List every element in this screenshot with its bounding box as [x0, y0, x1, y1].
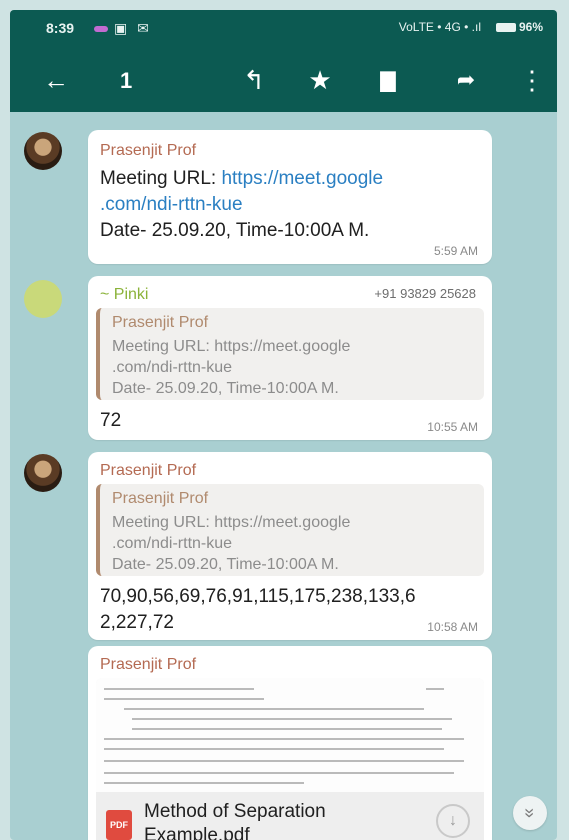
- quoted-text: Meeting URL: https://meet.google .com/nd…: [112, 336, 476, 399]
- document-name-line: Example.pdf: [144, 825, 250, 840]
- battery-level: 96%: [518, 20, 543, 34]
- sender-name: ~ Pinki: [100, 286, 149, 303]
- message-bubble[interactable]: Prasenjit Prof Meeting URL: https://meet…: [88, 130, 492, 264]
- document-message-bubble[interactable]: Prasenjit Prof PDF Method of Separation: [88, 646, 492, 840]
- status-bar: 8:39 ▣ ✉ Vo​LTE • 4G • .ıl 96%: [10, 10, 557, 48]
- avatar[interactable]: [24, 132, 62, 170]
- document-attachment[interactable]: PDF Method of Separation Example.pdf ↓: [96, 678, 484, 840]
- preview-line: [104, 738, 464, 740]
- delete-icon[interactable]: ▇: [370, 62, 406, 98]
- message-date: Date- 25.09.20, Time-10:00A M.: [100, 220, 370, 241]
- battery-icon: [495, 23, 516, 33]
- pdf-icon: PDF: [106, 810, 132, 840]
- preview-line: [104, 782, 304, 784]
- quoted-message[interactable]: Prasenjit Prof Meeting URL: https://meet…: [96, 308, 484, 400]
- more-options-icon[interactable]: ⋮: [514, 62, 550, 98]
- preview-line: [124, 708, 424, 710]
- message-text: 70,90,56,69,76,91,115,175,238,133,6 2,22…: [100, 584, 480, 636]
- message-bubble[interactable]: Prasenjit Prof Prasenjit Prof Meeting UR…: [88, 452, 492, 640]
- notification-icons: ▣ ✉: [94, 20, 152, 37]
- chat-screen: 8:39 ▣ ✉ Vo​LTE • 4G • .ıl 96% ← 1 ↰ ★ ▇…: [10, 10, 557, 840]
- quoted-line: .com/ndi-rttn-kue: [112, 535, 233, 552]
- download-icon[interactable]: ↓: [436, 804, 470, 838]
- document-name: Method of Separation Example.pdf: [144, 800, 326, 840]
- preview-line: [104, 698, 264, 700]
- scroll-down-glyph: »: [519, 807, 540, 819]
- sender-name: Prasenjit Prof: [100, 142, 197, 159]
- document-preview[interactable]: [96, 678, 484, 792]
- sender-name: Prasenjit Prof: [100, 656, 197, 673]
- preview-line: [104, 748, 444, 750]
- quoted-text: Meeting URL: https://meet.google .com/nd…: [112, 512, 476, 575]
- avatar-default-icon[interactable]: [24, 280, 62, 318]
- quoted-line: .com/ndi-rttn-kue: [112, 359, 233, 376]
- message-text: 72: [100, 410, 122, 431]
- preview-line: [426, 688, 444, 690]
- selected-count: 1: [120, 68, 133, 93]
- preview-line: [132, 718, 452, 720]
- message-label: Meeting URL:: [100, 168, 222, 189]
- message-line: 2,227,72: [100, 612, 174, 633]
- preview-line: [104, 772, 454, 774]
- reply-icon[interactable]: ↰: [236, 62, 272, 98]
- preview-line: [104, 760, 464, 762]
- quoted-line: Meeting URL: https://meet.google: [112, 338, 351, 355]
- notification-icons-text: ▣ ✉: [114, 20, 152, 36]
- meeting-link[interactable]: https://meet.google: [221, 168, 383, 189]
- message-time: 10:58 AM: [427, 620, 478, 634]
- scroll-down-icon[interactable]: »: [513, 796, 547, 830]
- message-time: 10:55 AM: [427, 420, 478, 434]
- quoted-line: Date- 25.09.20, Time-10:00A M.: [112, 380, 339, 397]
- message-time: 5:59 AM: [433, 244, 478, 258]
- message-text: Meeting URL: https://meet.google .com/nd…: [100, 166, 480, 244]
- quoted-line: Meeting URL: https://meet.google: [112, 514, 351, 531]
- quoted-line: Date- 25.09.20, Time-10:00A M.: [112, 556, 339, 573]
- avatar[interactable]: [24, 454, 62, 492]
- back-arrow-icon[interactable]: ←: [38, 62, 74, 98]
- preview-line: [104, 688, 254, 690]
- status-time: 8:39: [46, 20, 75, 36]
- preview-line: [132, 728, 442, 730]
- sender-phone: +91 93829 25628: [374, 286, 476, 301]
- quoted-sender: Prasenjit Prof: [112, 314, 209, 331]
- meeting-link-cont[interactable]: .com/ndi-rttn-kue: [100, 194, 243, 215]
- network-indicator: Vo​LTE • 4G • .ıl: [398, 20, 481, 34]
- selection-toolbar: ← 1 ↰ ★ ▇ ➦ ⋮: [10, 48, 557, 112]
- message-line: 70,90,56,69,76,91,115,175,238,133,6: [100, 586, 416, 607]
- quoted-sender: Prasenjit Prof: [112, 490, 209, 507]
- document-name-line: Method of Separation: [144, 801, 326, 822]
- star-icon[interactable]: ★: [302, 62, 338, 98]
- message-bubble[interactable]: ~ Pinki +91 93829 25628 Prasenjit Prof M…: [88, 276, 492, 440]
- battery-indicator: 96%: [495, 20, 543, 34]
- sender-name: Prasenjit Prof: [100, 462, 197, 479]
- notification-dot-icon: [94, 26, 108, 33]
- document-info-row[interactable]: PDF Method of Separation Example.pdf ↓: [96, 792, 484, 840]
- forward-icon[interactable]: ➦: [448, 62, 484, 98]
- quoted-message[interactable]: Prasenjit Prof Meeting URL: https://meet…: [96, 484, 484, 576]
